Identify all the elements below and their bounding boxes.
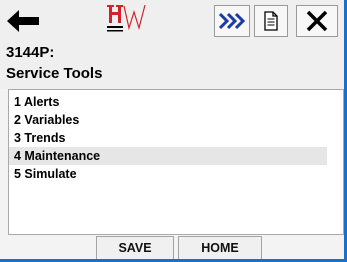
page-title: Service Tools xyxy=(6,65,103,82)
hw-logo-icon xyxy=(107,4,146,32)
bottom-bar xyxy=(8,235,344,259)
document-button[interactable] xyxy=(254,5,288,37)
menu-item-alerts[interactable]: 1 Alerts xyxy=(9,93,327,111)
document-icon xyxy=(264,11,278,31)
next-button[interactable] xyxy=(214,5,250,37)
close-button[interactable] xyxy=(296,5,338,37)
menu-item-simulate[interactable]: 5 Simulate xyxy=(9,165,327,183)
menu-item-variables[interactable]: 2 Variables xyxy=(9,111,327,129)
left-arrow-icon xyxy=(7,10,39,32)
back-button[interactable] xyxy=(3,5,43,37)
menu-list: 1 Alerts 2 Variables 3 Trends 4 Maintena… xyxy=(8,89,344,235)
menu-item-trends[interactable]: 3 Trends xyxy=(9,129,327,147)
menu-item-maintenance[interactable]: 4 Maintenance xyxy=(9,147,327,165)
fast-forward-chevrons-icon xyxy=(218,12,246,30)
close-x-icon xyxy=(306,10,328,32)
save-button[interactable]: SAVE xyxy=(96,236,174,259)
home-button[interactable]: HOME xyxy=(178,236,262,259)
toolbar xyxy=(0,0,344,40)
device-id: 3144P: xyxy=(6,44,55,61)
